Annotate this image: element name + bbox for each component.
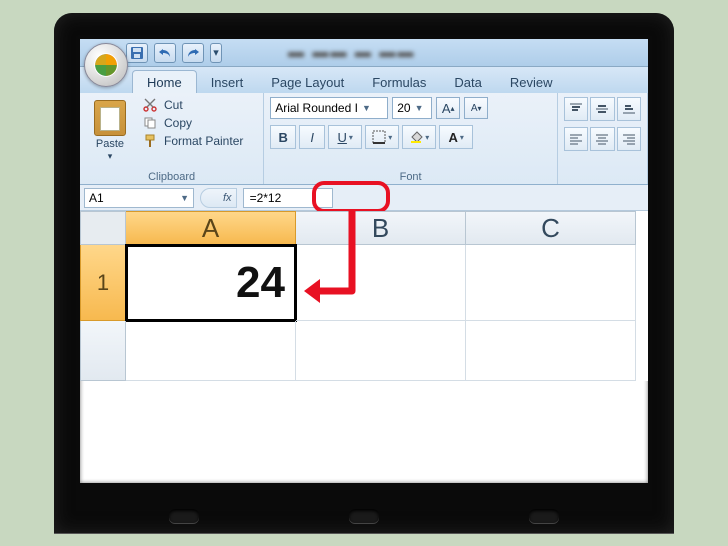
font-name-combo[interactable]: Arial Rounded I ▼	[270, 97, 388, 119]
paste-icon	[94, 100, 126, 136]
name-box-value: A1	[89, 191, 104, 205]
chevron-down-icon: ▼	[415, 103, 424, 113]
column-header-c[interactable]: C	[466, 211, 636, 245]
font-size-combo[interactable]: 20 ▼	[392, 97, 432, 119]
format-painter-button[interactable]: Format Painter	[140, 133, 257, 149]
qat-save-button[interactable]	[126, 43, 148, 63]
laptop-hinge	[54, 499, 674, 529]
cell-a1[interactable]: 24	[126, 245, 296, 321]
align-bottom-icon	[622, 103, 636, 115]
align-middle-icon	[595, 103, 609, 115]
font-color-button[interactable]: A▾	[439, 125, 473, 149]
cut-label: Cut	[164, 98, 183, 112]
align-center-icon	[595, 133, 609, 145]
align-bottom-button[interactable]	[617, 97, 641, 121]
copy-icon	[142, 116, 158, 130]
align-right-icon	[622, 133, 636, 145]
group-font: Arial Rounded I ▼ 20 ▼ A▴ A▾ B I U▾ ▾	[264, 93, 558, 184]
row-header-2[interactable]	[80, 321, 126, 381]
cell-a2[interactable]	[126, 321, 296, 381]
align-top-button[interactable]	[564, 97, 588, 121]
tab-formulas[interactable]: Formulas	[358, 71, 440, 93]
redo-icon	[186, 47, 200, 59]
group-clipboard: Paste▾ Cut Copy Format Pai	[80, 93, 264, 184]
group-alignment	[558, 93, 648, 184]
chevron-down-icon: ▼	[362, 103, 371, 113]
cut-button[interactable]: Cut	[140, 97, 257, 113]
spreadsheet-grid: A B C 1 24	[80, 211, 648, 381]
align-top-icon	[569, 103, 583, 115]
undo-icon	[158, 47, 172, 59]
laptop-bezel: ▾ ▬ ▬▬ ▬ ▬▬ Home Insert Page Layout Form…	[54, 13, 674, 533]
align-right-button[interactable]	[617, 127, 641, 151]
group-font-label: Font	[264, 171, 557, 183]
cell-b1[interactable]	[296, 245, 466, 321]
fx-area: fx	[200, 188, 237, 208]
column-header-a[interactable]: A	[126, 211, 296, 245]
cell-b2[interactable]	[296, 321, 466, 381]
align-middle-button[interactable]	[590, 97, 614, 121]
quick-access-toolbar: ▾ ▬ ▬▬ ▬ ▬▬	[80, 39, 648, 67]
paintbrush-icon	[142, 134, 158, 148]
title-bar-text: ▬ ▬▬ ▬ ▬▬	[288, 44, 415, 62]
cell-c1[interactable]	[466, 245, 636, 321]
office-logo-icon	[93, 52, 119, 78]
tab-review[interactable]: Review	[496, 71, 567, 93]
border-icon	[372, 130, 386, 144]
qat-undo-button[interactable]	[154, 43, 176, 63]
ribbon: Paste▾ Cut Copy Format Pai	[80, 93, 648, 185]
tab-insert[interactable]: Insert	[197, 71, 258, 93]
tab-home[interactable]: Home	[132, 70, 197, 93]
font-size-value: 20	[397, 101, 410, 115]
tab-page-layout[interactable]: Page Layout	[257, 71, 358, 93]
paste-label: Paste	[96, 138, 124, 150]
row-header-1[interactable]: 1	[80, 245, 126, 321]
copy-label: Copy	[164, 116, 192, 130]
font-name-value: Arial Rounded I	[275, 101, 358, 115]
shrink-font-button[interactable]: A▾	[464, 97, 488, 119]
select-all-corner[interactable]	[80, 211, 126, 245]
format-painter-label: Format Painter	[164, 134, 243, 148]
align-left-icon	[569, 133, 583, 145]
formula-input[interactable]: =2*12	[243, 188, 333, 208]
fx-button[interactable]: fx	[219, 192, 236, 204]
tab-data[interactable]: Data	[440, 71, 495, 93]
copy-button[interactable]: Copy	[140, 115, 257, 131]
office-button[interactable]	[84, 43, 128, 87]
ribbon-tabs: Home Insert Page Layout Formulas Data Re…	[80, 67, 648, 93]
border-button[interactable]: ▾	[365, 125, 399, 149]
italic-button[interactable]: I	[299, 125, 325, 149]
qat-customize-button[interactable]: ▾	[210, 43, 222, 63]
fill-color-button[interactable]: ▾	[402, 125, 436, 149]
paste-button[interactable]: Paste▾	[86, 97, 134, 169]
qat-redo-button[interactable]	[182, 43, 204, 63]
bucket-icon	[409, 130, 423, 144]
align-left-button[interactable]	[564, 127, 588, 151]
screen: ▾ ▬ ▬▬ ▬ ▬▬ Home Insert Page Layout Form…	[80, 39, 648, 483]
align-center-button[interactable]	[590, 127, 614, 151]
chevron-down-icon: ▼	[180, 193, 189, 203]
name-box[interactable]: A1 ▼	[84, 188, 194, 208]
group-clipboard-label: Clipboard	[80, 171, 263, 183]
formula-value: =2*12	[250, 191, 282, 205]
bold-button[interactable]: B	[270, 125, 296, 149]
cell-c2[interactable]	[466, 321, 636, 381]
underline-button[interactable]: U▾	[328, 125, 362, 149]
formula-bar: A1 ▼ fx =2*12	[80, 185, 648, 211]
scissors-icon	[142, 98, 158, 112]
grow-font-button[interactable]: A▴	[436, 97, 460, 119]
save-icon	[130, 46, 144, 60]
column-header-b[interactable]: B	[296, 211, 466, 245]
